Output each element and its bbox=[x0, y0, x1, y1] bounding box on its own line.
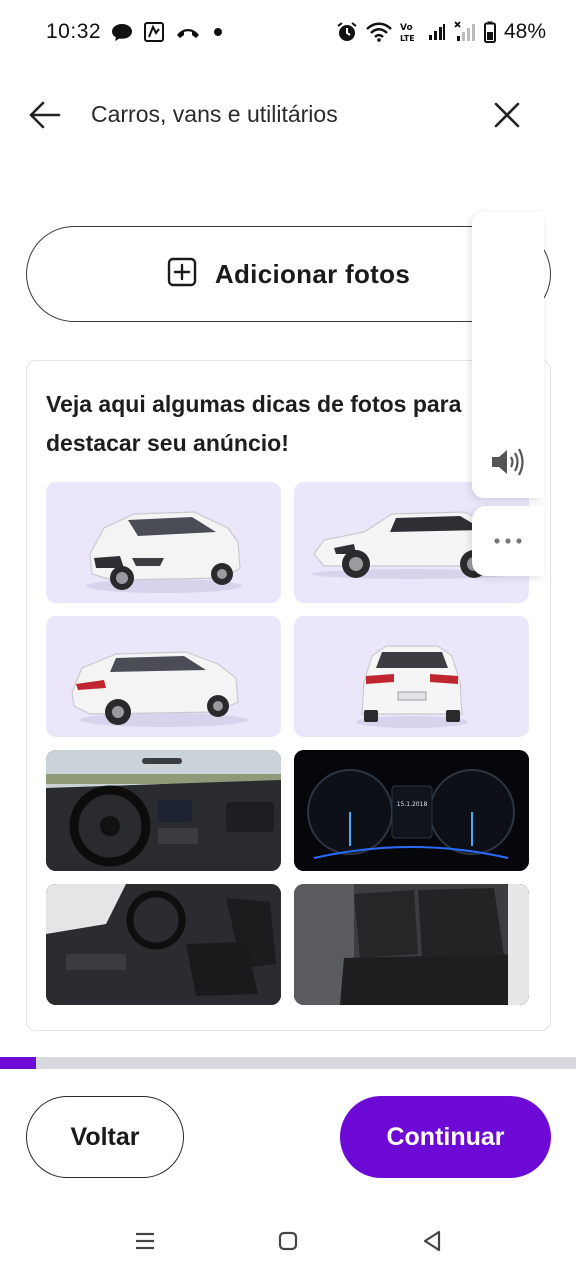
back-button[interactable] bbox=[26, 98, 64, 136]
missed-call-icon bbox=[175, 24, 201, 40]
plus-square-icon bbox=[167, 257, 197, 292]
floating-tool-panel bbox=[472, 212, 544, 498]
svg-text:Vo: Vo bbox=[400, 23, 413, 33]
front-seats-photo bbox=[46, 884, 281, 1005]
battery-icon bbox=[483, 21, 496, 43]
instrument-cluster-photo: 15.1.2018 bbox=[294, 750, 529, 871]
signal-icon bbox=[428, 23, 446, 41]
close-button[interactable] bbox=[488, 98, 526, 136]
app-notification-icon bbox=[143, 21, 165, 43]
dashboard-photo bbox=[46, 750, 281, 871]
arrow-left-icon bbox=[28, 100, 62, 135]
photo-tips-grid: 15.1.2018 bbox=[46, 482, 529, 1005]
more-options-button[interactable] bbox=[472, 506, 544, 576]
progress-fill bbox=[0, 1057, 36, 1069]
alarm-icon bbox=[336, 21, 358, 43]
status-time: 10:32 bbox=[46, 20, 102, 43]
dot-icon bbox=[211, 25, 225, 39]
back-step-button[interactable]: Voltar bbox=[26, 1096, 184, 1178]
rear-seats-photo bbox=[294, 884, 529, 1005]
continue-button[interactable]: Continuar bbox=[340, 1096, 551, 1178]
recents-icon bbox=[134, 1231, 156, 1256]
system-nav-bar bbox=[0, 1210, 576, 1274]
home-button[interactable] bbox=[271, 1226, 305, 1260]
speaker-icon bbox=[490, 447, 526, 482]
photo-tips-text: Veja aqui algumas dicas de fotos para de… bbox=[46, 391, 462, 456]
status-bar: 10:32 Vo LTE 48% bbox=[0, 0, 576, 64]
front-three-quarter-photo bbox=[46, 482, 281, 603]
back-triangle-icon bbox=[422, 1230, 442, 1257]
battery-percent: 48% bbox=[503, 20, 546, 43]
svg-text:LTE: LTE bbox=[400, 34, 415, 43]
signal-weak-icon bbox=[454, 21, 476, 43]
system-back-button[interactable] bbox=[415, 1226, 449, 1260]
cluster-date: 15.1.2018 bbox=[397, 801, 428, 808]
rear-photo bbox=[294, 616, 529, 737]
volte-icon: Vo LTE bbox=[400, 21, 420, 43]
progress-bar bbox=[0, 1057, 576, 1069]
more-horizontal-icon bbox=[493, 532, 523, 550]
speaker-button[interactable] bbox=[488, 444, 528, 484]
app-header: Carros, vans e utilitários bbox=[0, 84, 576, 148]
wifi-icon bbox=[366, 22, 392, 42]
rear-three-quarter-photo bbox=[46, 616, 281, 737]
page-title: Carros, vans e utilitários bbox=[91, 101, 338, 127]
add-photos-label: Adicionar fotos bbox=[214, 258, 411, 289]
chat-bubble-icon bbox=[111, 22, 133, 42]
close-icon bbox=[493, 101, 521, 134]
recents-button[interactable] bbox=[128, 1226, 162, 1260]
home-icon bbox=[278, 1231, 298, 1256]
